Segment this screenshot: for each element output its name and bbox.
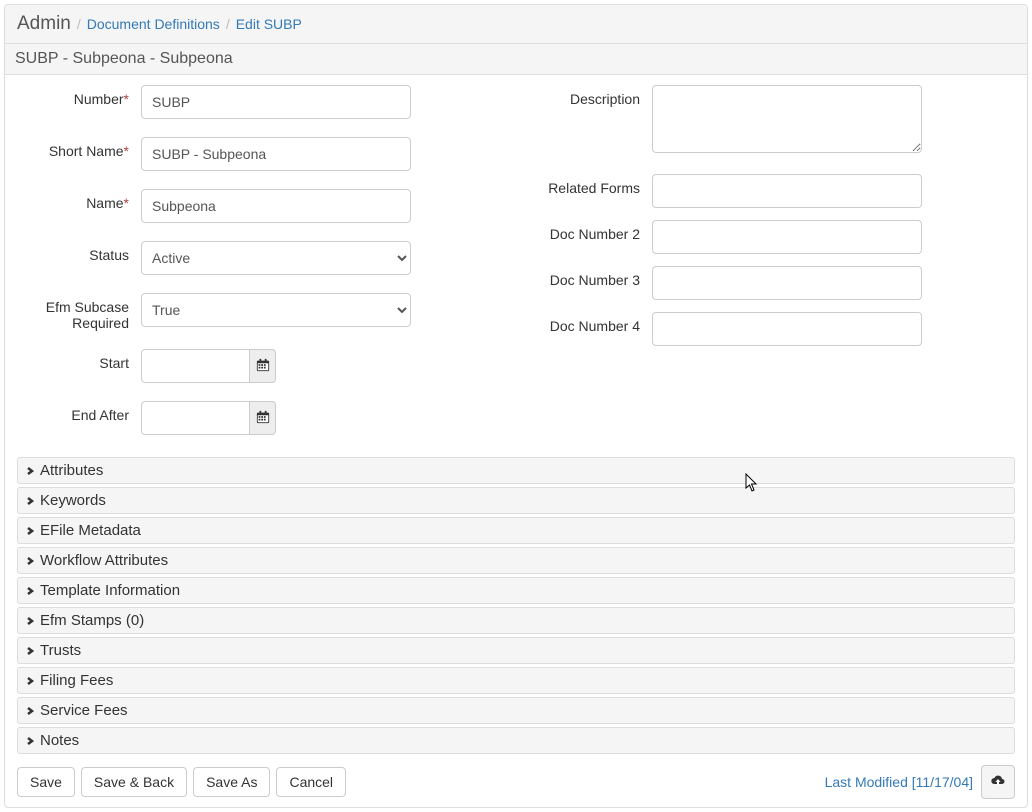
chevron-right-icon [26,702,34,719]
docnumber3-input[interactable] [652,266,922,300]
endafter-label: End After [11,401,141,423]
footer-bar: Save Save & Back Save As Cancel Last Mod… [17,765,1015,799]
name-label: Name* [11,189,141,211]
breadcrumb-sep-2: / [226,16,230,32]
save-button[interactable]: Save [17,767,75,797]
number-label: Number* [11,85,141,107]
save-back-button[interactable]: Save & Back [81,767,187,797]
efm-subcase-label: Efm Subcase Required [11,293,141,331]
docnumber2-label: Doc Number 2 [522,220,652,242]
chevron-right-icon [26,522,34,539]
description-textarea[interactable] [652,85,922,153]
page-subheader: SUBP - Subpeona - Subpeona [5,44,1027,75]
start-input[interactable] [141,349,249,383]
breadcrumb-doc-definitions[interactable]: Document Definitions [87,16,220,32]
accordion-attributes[interactable]: Attributes [17,457,1015,484]
breadcrumb: Admin / Document Definitions / Edit SUBP [5,5,1027,44]
calendar-icon [256,410,270,427]
chevron-right-icon [26,552,34,569]
accordion-trusts[interactable]: Trusts [17,637,1015,664]
shortname-input[interactable] [141,137,411,171]
cloud-up-icon [990,774,1006,790]
accordion-efile-metadata[interactable]: EFile Metadata [17,517,1015,544]
accordion-template-information[interactable]: Template Information [17,577,1015,604]
form-col-right: Description Related Forms Doc Number 2 D… [516,85,1027,453]
docnumber2-input[interactable] [652,220,922,254]
chevron-right-icon [26,642,34,659]
status-label: Status [11,241,141,263]
breadcrumb-admin: Admin [17,13,71,35]
accordion-workflow-attributes[interactable]: Workflow Attributes [17,547,1015,574]
docnumber4-input[interactable] [652,312,922,346]
status-select[interactable]: Active [141,241,411,275]
accordion-list: Attributes Keywords EFile Metadata Workf… [5,453,1027,763]
last-modified-link[interactable]: Last Modified [11/17/04] [825,774,973,790]
accordion-notes[interactable]: Notes [17,727,1015,754]
efm-subcase-select[interactable]: True [141,293,411,327]
chevron-right-icon [26,612,34,629]
start-calendar-button[interactable] [249,349,276,383]
breadcrumb-sep-1: / [77,16,81,32]
chevron-right-icon [26,732,34,749]
form-area: Number* Short Name* Name* Status [5,75,1027,453]
docnumber4-label: Doc Number 4 [522,312,652,334]
related-forms-label: Related Forms [522,174,652,196]
accordion-efm-stamps[interactable]: Efm Stamps (0) [17,607,1015,634]
start-label: Start [11,349,141,371]
form-col-left: Number* Short Name* Name* Status [5,85,516,453]
chevron-right-icon [26,672,34,689]
accordion-keywords[interactable]: Keywords [17,487,1015,514]
cancel-button[interactable]: Cancel [276,767,346,797]
chevron-right-icon [26,492,34,509]
save-as-button[interactable]: Save As [193,767,270,797]
accordion-service-fees[interactable]: Service Fees [17,697,1015,724]
docnumber3-label: Doc Number 3 [522,266,652,288]
endafter-input[interactable] [141,401,249,435]
shortname-label: Short Name* [11,137,141,159]
chevron-right-icon [26,582,34,599]
calendar-icon [256,358,270,375]
number-input[interactable] [141,85,411,119]
description-label: Description [522,85,652,107]
accordion-filing-fees[interactable]: Filing Fees [17,667,1015,694]
scroll-top-button[interactable] [981,765,1015,799]
endafter-calendar-button[interactable] [249,401,276,435]
name-input[interactable] [141,189,411,223]
breadcrumb-edit[interactable]: Edit SUBP [236,16,302,32]
related-forms-input[interactable] [652,174,922,208]
main-panel: Admin / Document Definitions / Edit SUBP… [4,4,1028,808]
chevron-right-icon [26,462,34,479]
